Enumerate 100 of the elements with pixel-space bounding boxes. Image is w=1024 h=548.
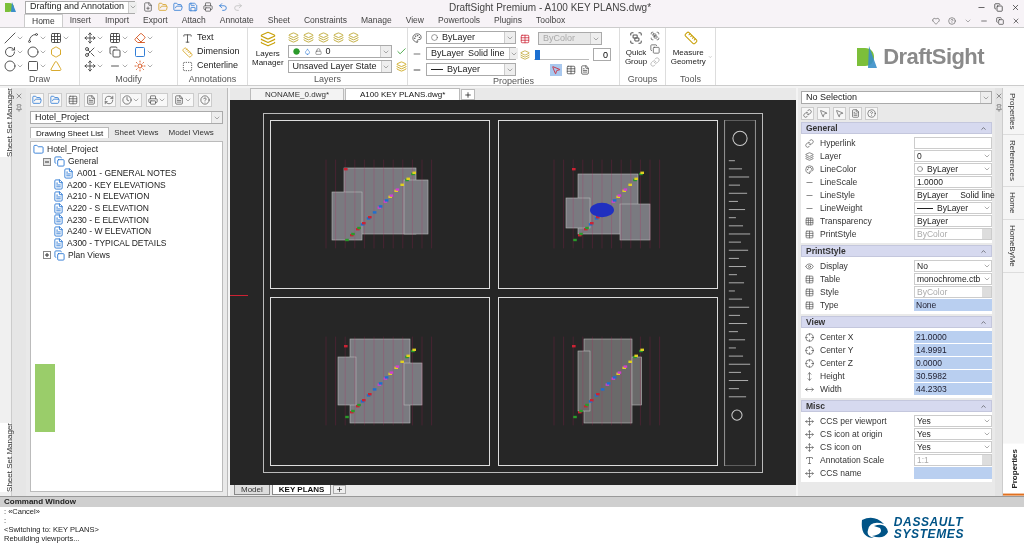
workspace-dropdown[interactable]: Drafting and Annotation (25, 0, 135, 14)
group-icon[interactable] (629, 31, 643, 45)
side-tab[interactable]: Properties (1003, 444, 1024, 496)
publish-icon[interactable] (174, 95, 184, 105)
panel-tab[interactable]: Drawing Sheet List (30, 127, 110, 138)
centerline-icon[interactable] (182, 60, 193, 72)
document-tab[interactable]: NONAME_0.dwg* (250, 88, 345, 100)
triangle-icon[interactable] (50, 60, 62, 72)
pointer-icon[interactable] (819, 108, 828, 118)
layer-tool-icon[interactable] (287, 31, 299, 43)
ribbon-tab[interactable]: Powertools (431, 14, 488, 27)
tree-item[interactable]: Plan Views (68, 248, 110, 262)
layer-state-icon[interactable] (395, 61, 407, 72)
ribbon-tab[interactable]: Insert (62, 14, 98, 27)
printer-icon[interactable] (148, 95, 158, 105)
restore-icon[interactable] (996, 16, 1004, 25)
ribbon-tab[interactable]: Toolbox (528, 14, 573, 27)
layer-tool-icon[interactable] (317, 31, 329, 43)
caret-icon[interactable] (983, 204, 991, 212)
lineweight-dropdown[interactable]: ByLayer (426, 63, 516, 76)
ribbon-tab[interactable]: Sheet (260, 14, 297, 27)
panel-tab[interactable]: Model Views (163, 127, 219, 138)
list-icon[interactable] (566, 65, 576, 75)
sheet-set-dropdown[interactable]: Hotel_Project (30, 111, 223, 124)
tree-item[interactable]: A001 - GENERAL NOTES (77, 166, 177, 180)
ribbon-tab[interactable]: Annotate (212, 14, 261, 27)
link-icon[interactable] (650, 57, 660, 67)
collapse-icon[interactable] (980, 124, 987, 132)
property-dropdown[interactable]: Yes (914, 441, 992, 453)
viewport-frame[interactable] (270, 119, 490, 289)
preview-icon[interactable] (86, 95, 96, 105)
side-tab[interactable]: References (1003, 135, 1024, 188)
caret-icon[interactable] (62, 34, 70, 42)
ribbon-tab[interactable]: Import (97, 14, 137, 27)
pin-icon[interactable] (995, 104, 1003, 112)
tree-item[interactable]: A300 - TYPICAL DETAILS (67, 236, 167, 250)
side-tab[interactable]: Home (1003, 187, 1024, 220)
annotation-button[interactable]: Text (182, 31, 243, 45)
property-dropdown[interactable]: No (914, 260, 992, 272)
pin-icon[interactable] (15, 104, 23, 112)
close-icon[interactable] (1011, 2, 1020, 12)
tree-item[interactable]: A230 - E ELEVATION (67, 213, 149, 227)
tree-item[interactable]: A240 - W ELEVATION (67, 225, 152, 239)
tree-item[interactable]: General (68, 155, 99, 168)
section-header[interactable]: Misc (801, 400, 992, 412)
plus-icon[interactable] (336, 486, 344, 493)
eraser-icon[interactable] (134, 32, 146, 44)
annotation-button[interactable]: Centerline (182, 59, 243, 73)
circle-icon[interactable] (27, 46, 39, 58)
ribbon-tab[interactable]: Constraints (297, 14, 354, 27)
ribbon-tab[interactable]: Attach (174, 14, 213, 27)
tree-toggle-icon[interactable] (43, 157, 51, 166)
sheet-icon[interactable] (53, 191, 64, 203)
viewport-frame[interactable] (270, 296, 490, 466)
property-dropdown[interactable]: monochrome.ctb (914, 273, 992, 285)
viewport-frame[interactable] (498, 119, 718, 289)
linestyle-dropdown[interactable]: ByLayer Solid line (426, 47, 516, 60)
layer-dropdown[interactable]: 0 (287, 45, 392, 58)
ribbon-tab[interactable]: Plugins (487, 14, 529, 27)
selection-dropdown[interactable]: No Selection (801, 91, 992, 104)
help-icon[interactable] (948, 16, 956, 25)
printer-icon[interactable] (203, 2, 213, 12)
layer-tool-icon[interactable] (347, 31, 359, 43)
ribbon-tab[interactable]: Export (136, 14, 175, 27)
color-icon[interactable] (412, 32, 422, 43)
check-icon[interactable] (395, 46, 407, 57)
select-icon[interactable] (835, 108, 844, 118)
property-dropdown[interactable]: Yes (914, 415, 992, 427)
property-dropdown[interactable]: Yes (914, 428, 992, 440)
transparency-slider[interactable] (534, 49, 589, 60)
side-tab[interactable]: HomeByMe (1003, 219, 1024, 273)
group-edit-icon[interactable] (650, 31, 660, 41)
tree-item[interactable]: Hotel_Project (47, 143, 99, 157)
open-folder-icon[interactable] (158, 2, 168, 12)
sheet-icon[interactable] (53, 202, 64, 214)
color-dropdown[interactable]: ByLayer (426, 31, 516, 44)
collapse-icon[interactable] (980, 318, 987, 326)
sheet-icon[interactable] (63, 167, 74, 179)
layer-tool-icon[interactable] (302, 31, 314, 43)
rectangle-icon[interactable] (27, 60, 39, 72)
line-icon[interactable] (4, 32, 16, 44)
document-icon[interactable] (580, 65, 590, 75)
folder-icon[interactable] (50, 95, 60, 105)
close-icon[interactable] (995, 92, 1003, 100)
caret-icon[interactable] (129, 3, 138, 11)
tree-item[interactable]: A200 - KEY ELEVATIONS (67, 178, 166, 192)
refresh-icon[interactable] (104, 95, 114, 105)
property-dropdown[interactable]: ByLayer (914, 163, 992, 175)
group-copy-icon[interactable] (650, 44, 660, 54)
new-file-icon[interactable] (143, 2, 153, 12)
restore-icon[interactable] (994, 2, 1003, 12)
section-header[interactable]: PrintStyle (801, 245, 992, 257)
select-tool-button[interactable] (550, 64, 562, 76)
open-icon[interactable] (32, 95, 42, 105)
tree-item[interactable]: A220 - S ELEVATION (67, 201, 149, 215)
array-icon[interactable] (109, 32, 121, 44)
subset-icon[interactable] (54, 156, 65, 168)
sheet-icon[interactable] (53, 179, 64, 191)
drawing-canvas[interactable] (230, 100, 796, 485)
tree-toggle-icon[interactable] (43, 251, 51, 260)
